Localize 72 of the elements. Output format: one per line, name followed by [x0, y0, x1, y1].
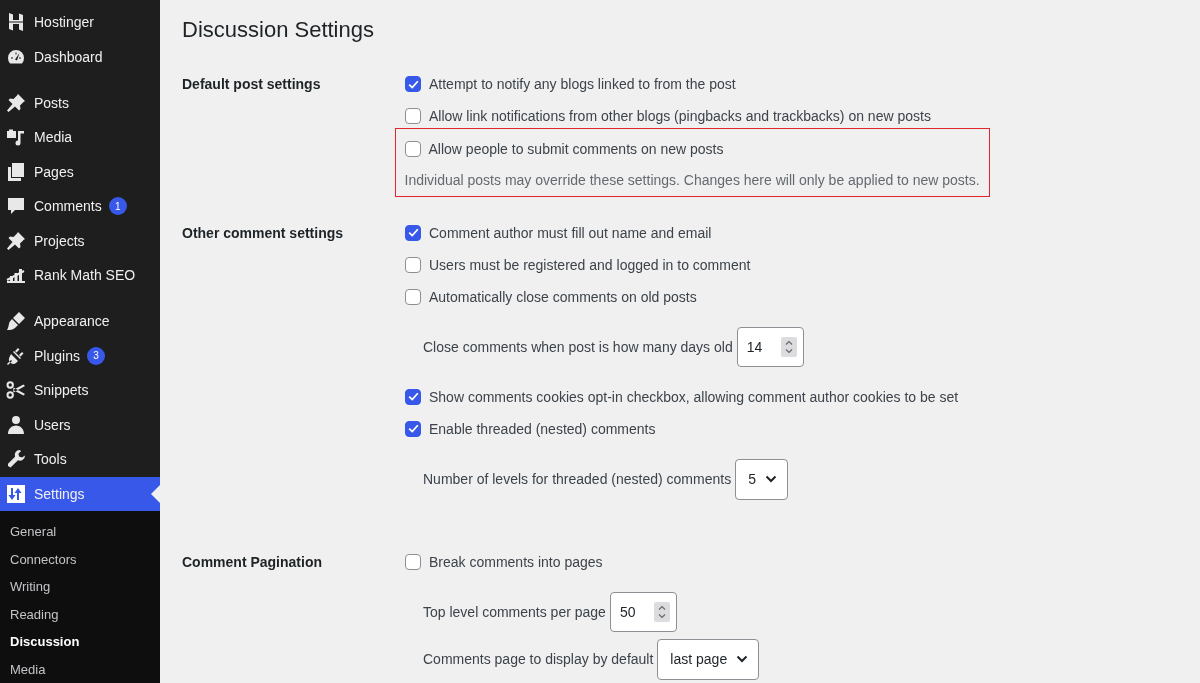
field-label: Comments page to display by default [423, 650, 654, 669]
checkbox[interactable] [405, 288, 421, 305]
number-field[interactable]: 14 [736, 326, 804, 367]
wrench-icon [6, 449, 26, 470]
count-badge: 3 [86, 346, 105, 365]
sidebar-menu-item[interactable]: Dashboard [0, 39, 160, 74]
sidebar-menu-item[interactable]: Hostinger [0, 5, 160, 40]
checkbox-label: Users must be registered and logged in to comment [429, 255, 751, 275]
count-badge: 1 [108, 197, 127, 216]
dropdown-select[interactable]: 5 [735, 458, 788, 500]
sidebar-menu-item[interactable]: Media [0, 120, 160, 155]
camera-music-icon [6, 127, 26, 148]
checkbox-label: Enable threaded (nested) comments [429, 419, 656, 439]
chevron-down-icon [736, 655, 749, 663]
checkbox[interactable] [405, 76, 421, 92]
sidebar-menu-item[interactable]: Snippets [0, 373, 160, 408]
submenu-item[interactable]: General [0, 518, 57, 546]
pushpin-icon [6, 230, 26, 251]
sidebar-menu-item[interactable]: Tools [0, 442, 160, 477]
sidebar-menu-item[interactable]: Posts [0, 85, 160, 120]
section-label: Other comment settings [182, 223, 344, 243]
description-text: Individual posts may override these settings. Changes here will only be applied to new posts. [404, 170, 980, 190]
field-label: Number of levels for threaded (nested) comments [423, 470, 732, 489]
section-label: Default post settings [182, 75, 321, 94]
checkbox[interactable] [405, 553, 421, 570]
plug-icon [6, 345, 26, 366]
spinner-arrows-icon[interactable] [780, 336, 797, 357]
checkmark-icon [407, 424, 419, 433]
checkmark-icon [407, 228, 419, 237]
checkbox-label: Automatically close comments on old posts [429, 287, 697, 307]
submenu-item[interactable]: Media [0, 655, 46, 683]
paintbrush-icon [6, 311, 26, 332]
checkmark-icon [407, 79, 419, 89]
submenu-item[interactable]: Reading [0, 600, 59, 628]
sidebar-menu-item[interactable]: Plugins 3 [0, 338, 160, 373]
checkbox[interactable] [404, 140, 421, 157]
checkbox-label: Allow link notifications from other blogs (pingbacks and trackbacks) on new posts [429, 107, 931, 126]
checkbox[interactable] [405, 256, 421, 273]
checkbox[interactable] [405, 224, 421, 241]
field-label: Top level comments per page [423, 602, 606, 622]
sidebar-menu-item[interactable]: Settings [0, 476, 160, 511]
chevron-down-icon [764, 475, 777, 483]
checkbox[interactable] [405, 420, 421, 437]
sidebar-menu-item[interactable]: Pages [0, 154, 160, 189]
submenu-item[interactable]: Connectors [0, 545, 77, 573]
speech-bubble-icon [6, 196, 26, 217]
field-label: Close comments when post is how many days old [423, 337, 733, 357]
checkmark-icon [407, 392, 419, 401]
checkbox-label: Allow people to submit comments on new posts [428, 139, 724, 159]
sidebar-menu-item[interactable]: Projects [0, 223, 160, 258]
section-label: Comment Pagination [182, 552, 322, 572]
checkbox[interactable] [405, 108, 421, 124]
dropdown-select[interactable]: last page [657, 638, 760, 680]
pushpin-icon [6, 92, 26, 113]
pages-icon [6, 161, 26, 182]
number-field[interactable]: 50 [609, 591, 677, 632]
sidebar-menu-item[interactable]: Users [0, 407, 160, 442]
sidebar-menu-item[interactable]: Comments 1 [0, 189, 160, 224]
checkbox-label: Show comments cookies opt-in checkbox, allowing comment author cookies to be set [429, 387, 959, 407]
submenu-item[interactable]: Writing [0, 573, 51, 601]
page-title: Discussion Settings [182, 16, 374, 44]
checkbox[interactable] [405, 388, 421, 405]
scissors-icon [6, 380, 26, 401]
sidebar-menu-item[interactable]: Appearance [0, 304, 160, 339]
checkbox-label: Break comments into pages [429, 552, 603, 572]
submenu-item[interactable]: Discussion [0, 628, 80, 656]
checkbox-label: Attempt to notify any blogs linked to from the post [429, 75, 736, 94]
sidebar-menu-item[interactable]: Rank Math SEO [0, 258, 160, 293]
person-icon [6, 414, 26, 435]
spinner-arrows-icon[interactable] [653, 601, 670, 622]
checkbox-label: Comment author must fill out name and email [429, 223, 712, 243]
h-logo-icon [6, 12, 26, 33]
